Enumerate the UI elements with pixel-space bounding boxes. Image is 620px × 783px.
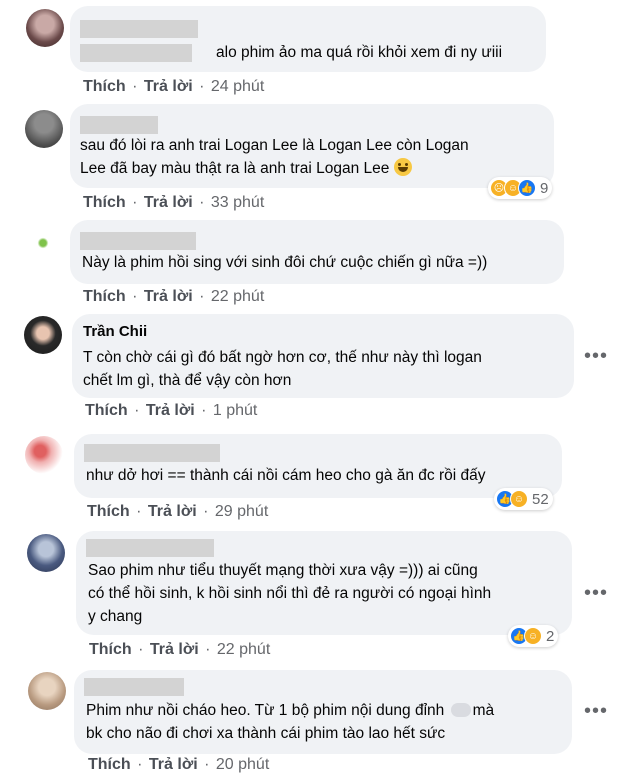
separator: · — [199, 288, 205, 305]
avatar[interactable] — [24, 316, 62, 354]
comment-text-line: T còn chờ cái gì đó bất ngờ hơn cơ, thế … — [83, 349, 482, 366]
author-name-redacted — [84, 678, 184, 696]
comment-text-line: có thể hồi sinh, k hồi sinh nổi thì đẻ r… — [88, 585, 492, 602]
reply-link[interactable]: Trả lời — [144, 288, 193, 305]
like-reaction-icon: 👍 — [518, 179, 536, 197]
avatar[interactable] — [24, 224, 62, 262]
avatar[interactable] — [25, 436, 63, 474]
smile-emoji-icon — [393, 158, 412, 176]
comment-text: alo phim ảo ma quá rồi khỏi xem đi ny ưi… — [216, 44, 503, 61]
author-name-redacted — [84, 444, 220, 462]
avatar[interactable] — [25, 110, 63, 148]
redacted-word — [450, 703, 471, 717]
comment-text: như dở hơi == thành cái nồi cám heo cho … — [86, 467, 486, 484]
comment-text-line: bk cho não đi chơi xa thành cái phim tào… — [86, 725, 446, 742]
like-link[interactable]: Thích — [88, 756, 131, 773]
author-name[interactable]: Trần Chii — [83, 323, 147, 340]
more-options-icon[interactable]: ••• — [584, 701, 608, 721]
author-name-redacted — [80, 44, 192, 62]
comment-text-line: sau đó lòi ra anh trai Logan Lee là Loga… — [80, 137, 469, 154]
reply-link[interactable]: Trả lời — [149, 756, 198, 773]
separator: · — [132, 194, 138, 211]
author-name-redacted — [80, 20, 198, 38]
comment-bubble: alo phim ảo ma quá rồi khỏi xem đi ny ưi… — [70, 6, 546, 72]
avatar[interactable] — [28, 672, 66, 710]
separator: · — [137, 756, 143, 773]
timestamp[interactable]: 24 phút — [211, 78, 264, 95]
comment-bubble: như dở hơi == thành cái nồi cám heo cho … — [74, 434, 562, 498]
comment-text-line: y chang — [88, 608, 143, 625]
comment-actions: Thích · Trả lời · 22 phút — [83, 288, 264, 306]
separator: · — [132, 288, 138, 305]
haha-reaction-icon: ☺ — [524, 627, 542, 645]
reaction-summary[interactable]: 👍 ☺ 2 — [508, 625, 559, 647]
comment-actions: Thích · Trả lời · 22 phút — [89, 641, 270, 659]
timestamp[interactable]: 1 phút — [213, 402, 257, 419]
like-link[interactable]: Thích — [83, 194, 126, 211]
like-link[interactable]: Thích — [87, 503, 130, 520]
reaction-count: 52 — [532, 490, 549, 508]
reply-link[interactable]: Trả lời — [144, 78, 193, 95]
more-options-icon[interactable]: ••• — [584, 346, 608, 366]
comment-text-line: Phim như nồi cháo heo. Từ 1 bộ phim nội … — [86, 702, 495, 719]
comment-text-line: Lee đã bay màu thật ra là anh trai Logan… — [80, 157, 412, 180]
timestamp[interactable]: 22 phút — [211, 288, 264, 305]
author-name-redacted — [80, 232, 196, 250]
like-link[interactable]: Thích — [83, 78, 126, 95]
comment-actions: Thích · Trả lời · 24 phút — [83, 78, 264, 96]
comment-text: Này là phim hồi sing với sinh đôi chứ cu… — [82, 254, 488, 271]
comment-text-line: chết lm gì, thà để vậy còn hơn — [83, 372, 292, 389]
separator: · — [199, 78, 205, 95]
separator: · — [138, 641, 144, 658]
separator: · — [203, 503, 209, 520]
comment-text-line: Sao phim như tiểu thuyết mạng thời xưa v… — [88, 562, 478, 579]
timestamp[interactable]: 22 phút — [217, 641, 270, 658]
reaction-summary[interactable]: ☹ ☺ 👍 9 — [488, 177, 553, 199]
more-options-icon[interactable]: ••• — [584, 583, 608, 603]
separator: · — [199, 194, 205, 211]
comment-actions: Thích · Trả lời · 20 phút — [88, 756, 269, 774]
separator: · — [204, 756, 210, 773]
reply-link[interactable]: Trả lời — [144, 194, 193, 211]
separator: · — [205, 641, 211, 658]
haha-reaction-icon: ☺ — [510, 490, 528, 508]
reply-link[interactable]: Trả lời — [146, 402, 195, 419]
comment-actions: Thích · Trả lời · 29 phút — [87, 503, 268, 521]
comment-bubble: Phim như nồi cháo heo. Từ 1 bộ phim nội … — [74, 670, 572, 754]
author-name-redacted — [86, 539, 214, 557]
timestamp[interactable]: 29 phút — [215, 503, 268, 520]
comment-actions: Thích · Trả lời · 33 phút — [83, 194, 264, 212]
like-link[interactable]: Thích — [85, 402, 128, 419]
reaction-count: 2 — [546, 627, 555, 645]
reply-link[interactable]: Trả lời — [148, 503, 197, 520]
avatar[interactable] — [27, 534, 65, 572]
timestamp[interactable]: 20 phút — [216, 756, 269, 773]
avatar[interactable] — [26, 9, 64, 47]
like-link[interactable]: Thích — [89, 641, 132, 658]
reaction-summary[interactable]: 👍 ☺ 52 — [494, 488, 553, 510]
separator: · — [201, 402, 207, 419]
comment-actions: Thích · Trả lời · 1 phút — [85, 402, 257, 420]
like-link[interactable]: Thích — [83, 288, 126, 305]
reply-link[interactable]: Trả lời — [150, 641, 199, 658]
separator: · — [132, 78, 138, 95]
author-name-redacted — [80, 116, 158, 134]
separator: · — [136, 503, 142, 520]
timestamp[interactable]: 33 phút — [211, 194, 264, 211]
comment-bubble: Sao phim như tiểu thuyết mạng thời xưa v… — [76, 531, 572, 635]
comment-bubble: Này là phim hồi sing với sinh đôi chứ cu… — [70, 220, 564, 284]
separator: · — [134, 402, 140, 419]
comment-bubble: Trần Chii T còn chờ cái gì đó bất ngờ hơ… — [72, 314, 574, 398]
comment-bubble: sau đó lòi ra anh trai Logan Lee là Loga… — [70, 104, 554, 188]
reaction-count: 9 — [540, 179, 549, 197]
